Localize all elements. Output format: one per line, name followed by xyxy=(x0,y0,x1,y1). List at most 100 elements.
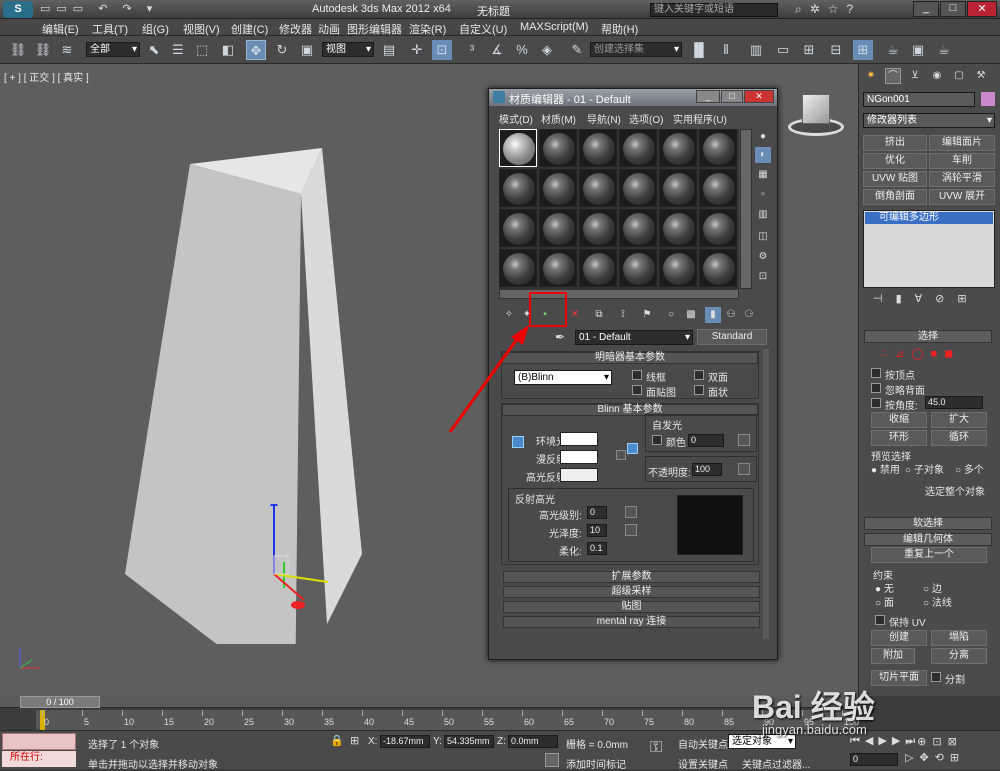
glossiness-spinner[interactable]: 10 xyxy=(587,524,607,537)
angle-snap-icon[interactable]: ∡ xyxy=(487,40,507,60)
sample-slot[interactable] xyxy=(659,169,697,207)
sample-slot[interactable] xyxy=(539,249,577,287)
track-bar[interactable]: 0 5 10 15 20 25 30 35 40 45 50 55 60 65 70 75 80 85 90 95 10… xyxy=(36,710,859,730)
object-name-field[interactable]: NGon001 xyxy=(863,92,975,107)
sample-slot[interactable] xyxy=(579,209,617,247)
key-icon[interactable]: ⚿ xyxy=(650,739,662,757)
lock-ambient-icon[interactable] xyxy=(512,436,524,448)
select-manipulate-icon[interactable]: ✛ xyxy=(407,40,427,60)
self-illum-spinner[interactable]: 0 xyxy=(688,434,724,447)
detach-button[interactable]: 分离 xyxy=(931,648,987,664)
rollout-maps[interactable]: 贴图 xyxy=(503,601,760,613)
sample-slot[interactable] xyxy=(619,169,657,207)
uvw-map-button[interactable]: UVW 贴图 xyxy=(863,171,927,187)
by-angle-checkbox[interactable] xyxy=(871,398,881,408)
sample-slot[interactable] xyxy=(539,169,577,207)
sample-slot[interactable] xyxy=(619,129,657,167)
pick-material-icon[interactable]: ✒ xyxy=(555,330,565,344)
sample-slot[interactable] xyxy=(659,249,697,287)
me-menu-options[interactable]: 选项(O) xyxy=(629,111,663,126)
sample-slot[interactable] xyxy=(539,209,577,247)
split-checkbox[interactable] xyxy=(931,672,941,682)
grow-button[interactable]: 扩大 xyxy=(931,412,987,428)
mirror-icon[interactable]: ▐▌ xyxy=(689,40,709,60)
minimize-icon[interactable]: _ xyxy=(913,1,939,17)
menu-views[interactable]: 视图(V) xyxy=(183,21,220,37)
bind-spacewarp-icon[interactable]: ≋ xyxy=(57,40,77,60)
selection-rollout-header[interactable]: 选择 xyxy=(864,330,992,343)
me-menu-mode[interactable]: 模式(D) xyxy=(499,111,533,126)
menu-create[interactable]: 创建(C) xyxy=(231,21,268,37)
sample-slot[interactable] xyxy=(619,209,657,247)
object-color-swatch[interactable] xyxy=(981,92,995,106)
stack-item[interactable]: 可编辑多边形 xyxy=(865,212,993,224)
named-selection-dropdown[interactable]: 创建选择集 ▾ xyxy=(590,42,682,57)
go-to-parent-icon[interactable]: ⚇ xyxy=(723,307,739,323)
rendered-frame-icon[interactable]: ▣ xyxy=(908,40,928,60)
preview-subobj-radio[interactable]: ○ 子对象 xyxy=(905,461,944,476)
ref-coord-dropdown[interactable]: 视图 ▾ xyxy=(322,42,374,57)
transform-gizmo[interactable] xyxy=(268,504,358,614)
motion-tab-icon[interactable]: ◉ xyxy=(929,68,945,84)
get-material-icon[interactable]: ✧ xyxy=(501,307,517,323)
show-map-icon[interactable]: ▩ xyxy=(683,307,699,323)
rotate-icon[interactable]: ↻ xyxy=(272,40,292,60)
me-menu-navigation[interactable]: 导航(N) xyxy=(587,111,621,126)
sample-slot[interactable] xyxy=(699,209,737,247)
rollout-supersampling[interactable]: 超级采样 xyxy=(503,586,760,598)
absolute-mode-icon[interactable]: ⊞ xyxy=(350,734,359,747)
time-slider-thumb[interactable]: 0 / 100 xyxy=(20,696,100,708)
material-type-button[interactable]: Standard xyxy=(697,329,767,345)
window-crossing-icon[interactable]: ◧ xyxy=(218,40,238,60)
select-by-material-icon[interactable]: ⊡ xyxy=(755,269,771,285)
keyboard-shortcut-icon[interactable]: ⊡ xyxy=(432,40,452,60)
ignore-backfacing-checkbox[interactable] xyxy=(871,383,881,393)
menu-help[interactable]: 帮助(H) xyxy=(601,21,638,37)
menu-maxscript[interactable]: MAXScript(M) xyxy=(520,21,588,33)
constraint-none-radio[interactable]: ● 无 xyxy=(875,580,894,595)
preview-disable-radio[interactable]: ● 禁用 xyxy=(871,461,900,476)
preserve-uv-checkbox[interactable] xyxy=(875,615,885,625)
link-icon[interactable]: ⛓ xyxy=(8,40,28,60)
move-icon[interactable]: ✥ xyxy=(246,40,266,60)
attach-button[interactable]: 附加 xyxy=(871,648,915,664)
create-tab-icon[interactable]: ✷ xyxy=(863,68,879,84)
bevel-profile-button[interactable]: 倒角剖面 xyxy=(863,189,927,205)
spec-level-spinner[interactable]: 0 xyxy=(587,506,607,519)
viewcube[interactable] xyxy=(788,94,844,140)
pivot-icon[interactable]: ▤ xyxy=(379,40,399,60)
lathe-button[interactable]: 车削 xyxy=(929,153,995,169)
video-color-check-icon[interactable]: ▥ xyxy=(755,207,771,223)
repeat-last-button[interactable]: 重复上一个 xyxy=(871,547,987,563)
uvw-unwrap-button[interactable]: UVW 展开 xyxy=(929,189,995,205)
me-menu-material[interactable]: 材质(M) xyxy=(541,111,576,126)
sample-grid-vscroll[interactable] xyxy=(740,129,752,289)
options-icon[interactable]: ⚙ xyxy=(755,249,771,265)
close-icon[interactable]: ✕ xyxy=(967,1,997,17)
diffuse-map-button[interactable] xyxy=(616,450,626,460)
graphite-ribbon-icon[interactable]: ▭ xyxy=(773,40,793,60)
sample-type-icon[interactable]: ● xyxy=(755,129,771,145)
sample-slot[interactable] xyxy=(499,129,537,167)
me-menu-utilities[interactable]: 实用程序(U) xyxy=(673,111,727,126)
uv-tiling-icon[interactable]: ▫ xyxy=(755,187,771,203)
two-sided-checkbox[interactable] xyxy=(694,370,704,380)
edit-named-sel-icon[interactable]: ✎ xyxy=(567,40,587,60)
sample-slot[interactable] xyxy=(659,129,697,167)
ambient-swatch[interactable] xyxy=(560,432,598,446)
menu-group[interactable]: 组(G) xyxy=(142,21,169,37)
opacity-map-button[interactable] xyxy=(738,463,750,475)
sample-slot[interactable] xyxy=(659,209,697,247)
sample-slot[interactable] xyxy=(499,209,537,247)
sample-slot[interactable] xyxy=(699,249,737,287)
menu-tools[interactable]: 工具(T) xyxy=(92,21,128,37)
curve-editor-icon[interactable]: ⊞ xyxy=(799,40,819,60)
extrude-button[interactable]: 挤出 xyxy=(863,135,927,151)
soften-spinner[interactable]: 0.1 xyxy=(587,542,607,555)
rollout-mental-ray[interactable]: mental ray 连接 xyxy=(503,616,760,628)
go-forward-sibling-icon[interactable]: ⚆ xyxy=(741,307,757,323)
scale-icon[interactable]: ▣ xyxy=(297,40,317,60)
maximize-icon[interactable]: □ xyxy=(940,1,966,17)
unlink-icon[interactable]: ⛓ xyxy=(33,40,53,60)
rollout-extended[interactable]: 扩展参数 xyxy=(503,571,760,583)
